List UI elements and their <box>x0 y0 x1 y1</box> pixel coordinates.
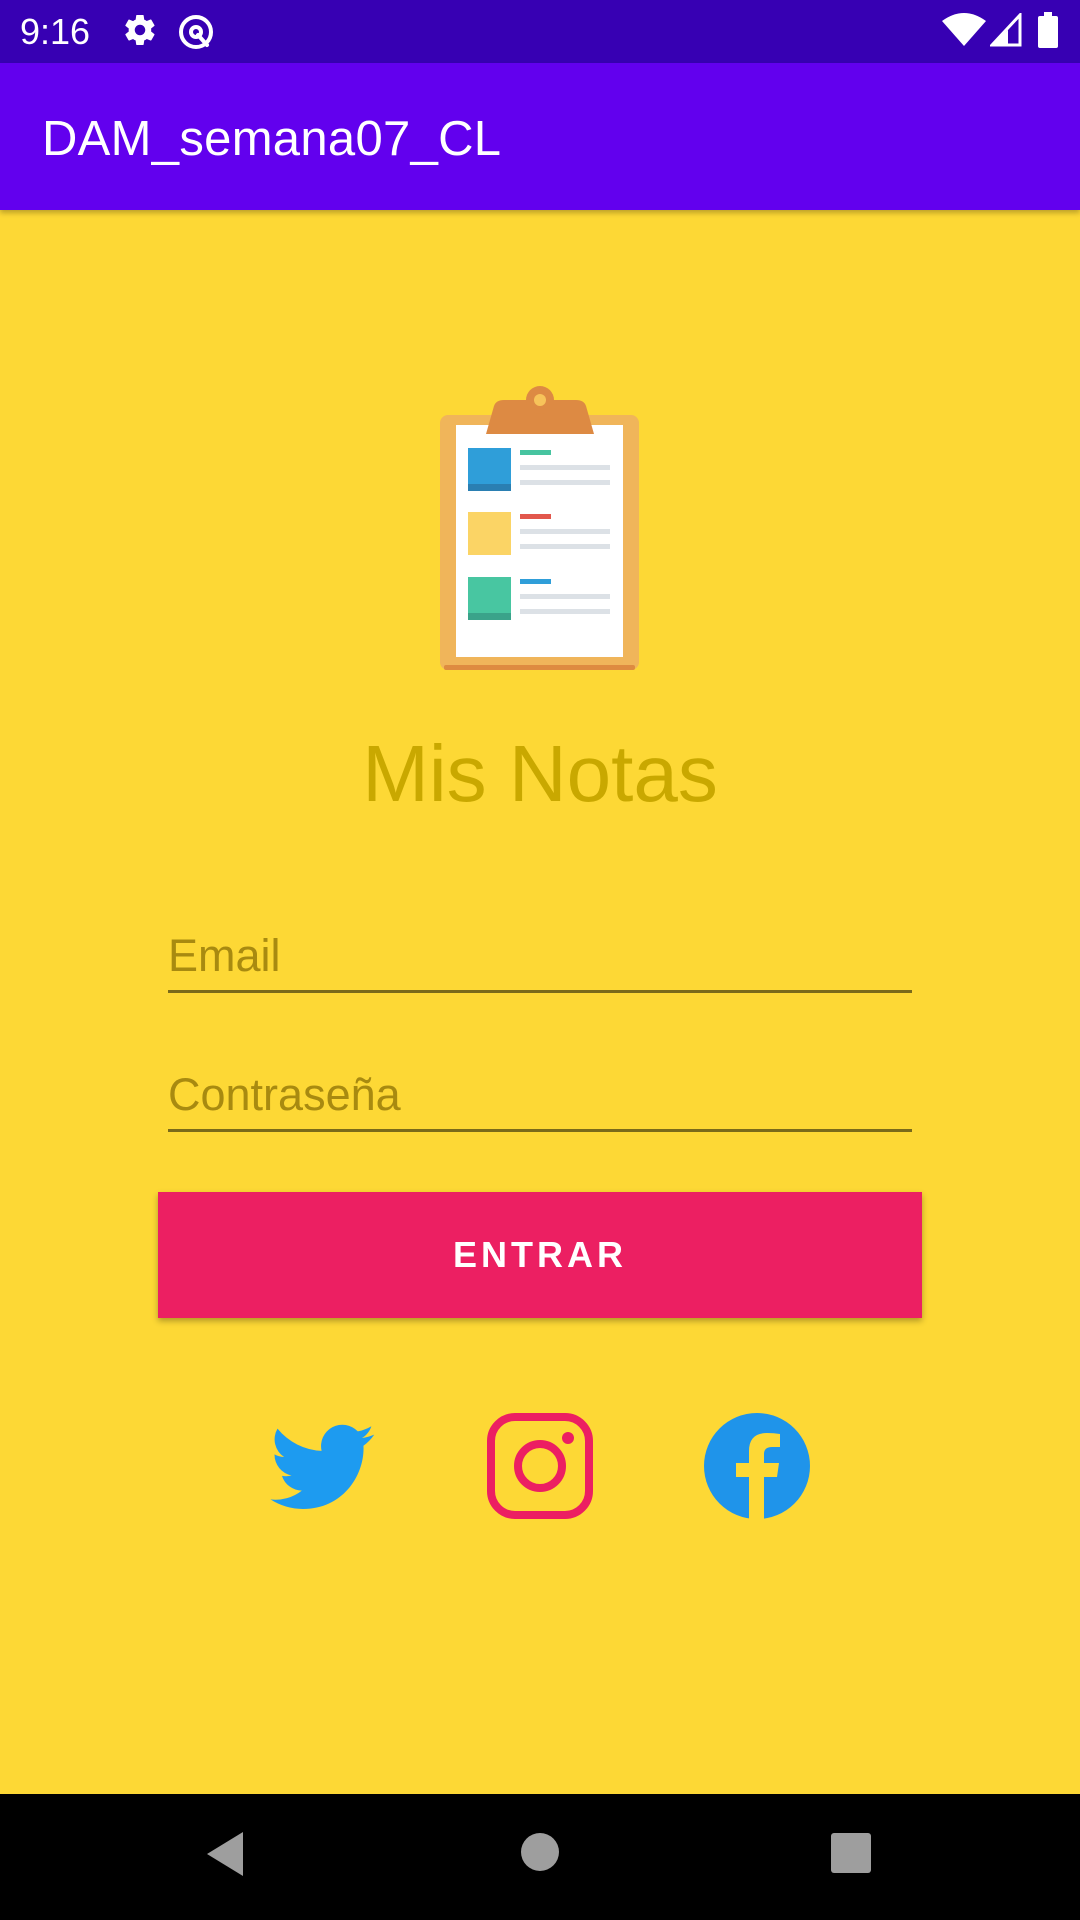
email-field[interactable] <box>168 910 912 993</box>
back-icon[interactable] <box>205 1830 245 1883</box>
twitter-icon[interactable] <box>270 1413 376 1519</box>
home-icon[interactable] <box>520 1832 560 1877</box>
wifi-icon <box>942 13 986 52</box>
app-heading: Mis Notas <box>362 729 718 818</box>
navigation-bar <box>0 1794 1080 1920</box>
password-field[interactable] <box>168 1049 912 1132</box>
clipboard-icon <box>440 384 639 670</box>
at-sync-icon <box>176 12 216 57</box>
signal-icon <box>988 11 1022 52</box>
gear-icon <box>122 12 158 53</box>
app-title: DAM_semana07_CL <box>42 112 502 166</box>
password-input[interactable] <box>168 1069 912 1121</box>
battery-icon <box>1038 12 1058 53</box>
login-screen: Mis Notas ENTRAR <box>0 210 1080 1794</box>
recents-icon[interactable] <box>831 1833 871 1878</box>
app-bar: DAM_semana07_CL <box>0 63 1080 210</box>
status-time: 9:16 <box>20 11 91 52</box>
status-bar: 9:16 <box>0 0 1080 63</box>
email-input[interactable] <box>168 930 912 982</box>
facebook-icon[interactable] <box>704 1413 810 1519</box>
login-button[interactable]: ENTRAR <box>158 1192 922 1318</box>
instagram-icon[interactable] <box>487 1413 593 1519</box>
